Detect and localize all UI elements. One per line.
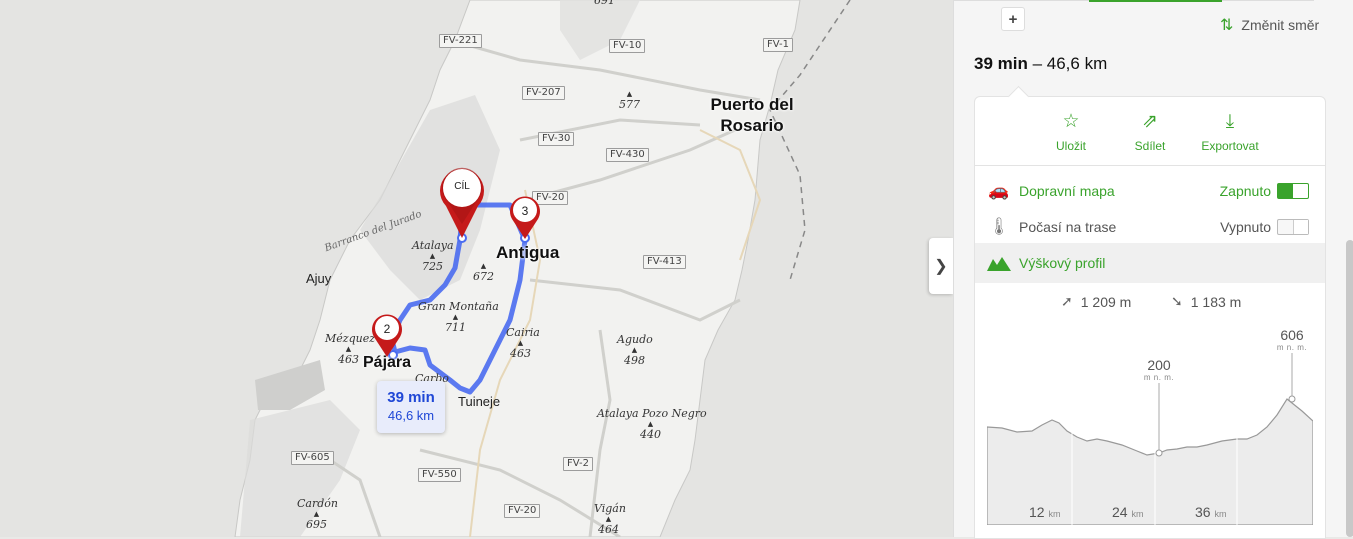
share-icon: ⇗ — [1142, 111, 1158, 132]
elevation-711: ▲ 711 — [445, 313, 466, 334]
place-gran-montana: Gran Montaña — [418, 300, 499, 313]
swap-arrows-icon: ⇅ — [1220, 17, 1234, 34]
elevation-725: ▲ 725 — [422, 252, 443, 273]
weather-label: Počasí na trase — [1019, 219, 1117, 235]
star-icon: ☆ — [1062, 111, 1080, 132]
road-fv413: FV-413 — [643, 255, 686, 269]
road-fv221: FV-221 — [439, 34, 482, 48]
summary-time: 39 min — [974, 54, 1028, 73]
route-box-distance: 46,6 km — [387, 408, 435, 423]
elevation-463-cairia: ▲ 463 — [510, 339, 531, 360]
town-antigua: Antigua — [496, 243, 560, 262]
elevation-profile-label: Výškový profil — [1019, 255, 1106, 271]
place-agudo: Agudo — [617, 333, 653, 346]
road-fv605: FV-605 — [291, 451, 334, 465]
road-fv10: FV-10 — [609, 39, 646, 53]
export-label: Exportovat — [1201, 139, 1259, 153]
elevation-695: ▲ 695 — [306, 510, 327, 531]
mountain-icon — [987, 257, 1011, 271]
place-vigan: Vigán — [594, 502, 626, 515]
thermometer-icon: 🌡 — [988, 217, 1010, 236]
add-waypoint-button[interactable]: + — [1001, 7, 1025, 31]
road-fv550: FV-550 — [418, 468, 461, 482]
elevation-440: ▲ 440 — [640, 420, 661, 441]
elevation-profile-graph — [987, 353, 1313, 525]
town-ajuy: Ajuy — [306, 271, 332, 286]
weather-toggle[interactable] — [1277, 219, 1309, 235]
road-fv207: FV-207 — [522, 86, 565, 100]
traffic-map-toggle[interactable] — [1277, 183, 1309, 199]
axis-label-24: 24 km — [1112, 504, 1144, 520]
route-info-box[interactable]: 39 min 46,6 km — [377, 381, 445, 433]
elevation-498: ▲ 498 — [624, 346, 645, 367]
road-fv1: FV-1 — [763, 38, 793, 52]
peak-label-606: 606 m n. m. — [1276, 327, 1308, 352]
axis-label-12: 12 km — [1029, 504, 1061, 520]
place-atalaya-pozo-negro: Atalaya Pozo Negro — [597, 407, 707, 420]
elevation-chart[interactable]: ➚ 1 209 m ➘ 1 183 m 200 m n. m. 606 m n.… — [987, 285, 1313, 525]
weather-row[interactable]: 🌡 Počasí na trase Vypnuto — [975, 209, 1325, 245]
place-cardon: Cardón — [297, 497, 338, 510]
axis-label-36: 36 km — [1195, 504, 1227, 520]
traffic-map-label: Dopravní mapa — [1019, 183, 1115, 199]
route-summary: 39 min – 46,6 km — [974, 54, 1107, 74]
elevation-691: 691 — [594, 0, 615, 7]
destination-pin-label: CÍL — [454, 181, 470, 192]
route-box-time: 39 min — [387, 389, 435, 406]
elevation-profile-header[interactable]: Výškový profil — [975, 243, 1325, 283]
map-view[interactable]: Puerto del Rosario Antigua Pájara Ajuy T… — [0, 0, 953, 537]
change-direction-label: Změnit směr — [1241, 17, 1320, 33]
waypoint-2-label: 2 — [383, 322, 391, 336]
road-fv430: FV-430 — [606, 148, 649, 162]
traffic-car-icon: 🚗 — [988, 181, 1010, 200]
share-label: Sdílet — [1134, 139, 1166, 153]
save-button[interactable]: ☆ Uložit — [1047, 111, 1095, 153]
route-panel: + ⇅ Změnit směr 39 min – 46,6 km ☆ Uloži… — [953, 0, 1353, 539]
route-card: ☆ Uložit ⇗ Sdílet ⤓ Exportovat 🚗 Dopravn… — [974, 96, 1326, 539]
panel-scrollbar[interactable] — [1346, 240, 1353, 537]
export-button[interactable]: ⤓ Exportovat — [1197, 111, 1263, 153]
road-fv30: FV-30 — [538, 132, 575, 146]
town-puerto-del-rosario: Puerto del Rosario — [710, 95, 794, 135]
weather-state: Vypnuto — [1220, 219, 1271, 235]
collapse-panel-button[interactable]: ❯ — [929, 238, 953, 294]
place-mezquez: Mézquez — [325, 332, 375, 345]
elevation-577: ▲ 577 — [619, 90, 640, 111]
summary-distance: 46,6 km — [1046, 54, 1108, 73]
elevation-464: ▲ 464 — [598, 515, 619, 536]
town-tuineje: Tuineje — [458, 394, 501, 409]
elevation-672: ▲ 672 — [473, 262, 494, 283]
chevron-right-icon: ❯ — [934, 258, 948, 275]
peak-label-200: 200 m n. m. — [1143, 357, 1175, 382]
place-atalaya: Atalaya — [412, 239, 454, 252]
place-cairia: Cairia — [506, 326, 540, 339]
summary-separator: – — [1027, 54, 1047, 73]
share-button[interactable]: ⇗ Sdílet — [1125, 111, 1175, 153]
action-bar: ☆ Uložit ⇗ Sdílet ⤓ Exportovat — [975, 97, 1325, 166]
traffic-map-row[interactable]: 🚗 Dopravní mapa Zapnuto — [975, 173, 1325, 209]
road-fv20-south: FV-20 — [504, 504, 541, 518]
change-direction-button[interactable]: ⇅ Změnit směr — [1220, 15, 1319, 35]
download-icon: ⤓ — [1225, 111, 1235, 132]
waypoint-3-label: 3 — [521, 204, 529, 218]
traffic-map-state: Zapnuto — [1219, 183, 1271, 199]
save-label: Uložit — [1055, 139, 1086, 153]
elevation-463-mezquez: ▲ 463 — [338, 345, 359, 366]
road-fv2: FV-2 — [563, 457, 593, 471]
active-tab-indicator — [1089, 0, 1222, 2]
